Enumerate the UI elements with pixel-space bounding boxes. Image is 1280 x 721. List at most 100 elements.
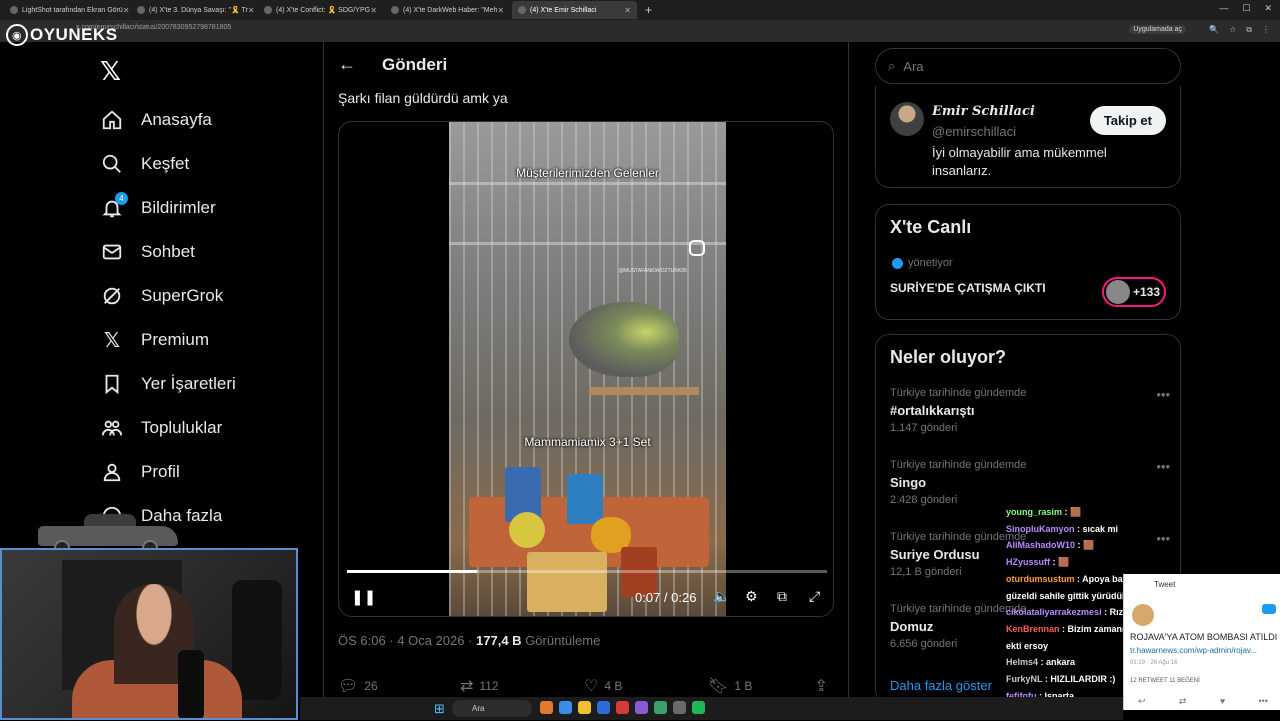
popup-link[interactable]: tr.hawarnews.com/wp-admin/rojav... [1130,646,1257,655]
follow-icon[interactable] [1262,604,1276,614]
browser-tab[interactable]: (4) X'te DarkWeb Haber: "Meh ✕ [385,1,510,19]
repost-button[interactable]: ⇄ 112 [456,676,574,696]
show-more-link[interactable]: Daha fazla göster [890,678,992,693]
sidebar-item-profile[interactable]: Profil [100,450,236,494]
video-progress-bar[interactable] [347,570,827,573]
video-player[interactable]: Müşterilerimizden Gelenler @MUSTAFANIDAI… [338,121,834,617]
avatar[interactable] [890,102,924,136]
app-icon[interactable] [635,701,648,714]
app-icon[interactable] [673,701,686,714]
chat-username: SinopluKamyon [1006,523,1075,534]
tweet-timestamp[interactable]: ÖS 6:06 · 4 Oca 2026 · [338,633,476,648]
close-icon[interactable]: ✕ [248,6,255,15]
product-pack-image [567,474,603,524]
chat-username: Helms4 [1006,657,1039,668]
windows-start-icon[interactable]: ⊞ [434,701,445,717]
sidebar-item-supergrok[interactable]: SuperGrok [100,274,236,318]
like-button[interactable]: ♡ 4 B [574,676,692,696]
browser-tab[interactable]: (4) X'te 3. Dünya Savaşı: "🎗️ Tr ✕ [131,1,256,19]
share-icon: ⇪ [814,678,828,695]
menu-icon[interactable]: ⋮ [1262,25,1270,35]
chat-message: SinopluKamyon : sıcak mi [1006,521,1246,538]
close-icon[interactable]: ✕ [497,6,504,15]
x-logo-icon[interactable]: 𝕏 [100,56,121,87]
chat-text: : 🟫 [1062,507,1082,517]
picture-in-picture-icon[interactable]: ⧉ [777,588,787,605]
fullscreen-icon[interactable]: ⤢ [809,588,820,605]
chat-message: AliMashadoW10 : 🟫 [1006,537,1246,554]
browser-tab[interactable]: LightShot tarafından Ekran Görü ✕ [4,1,129,19]
taskbar-search[interactable]: Ara [452,700,532,717]
parakeet-image [569,302,679,377]
more-options-icon[interactable]: ••• [1156,387,1170,402]
cage-bar [449,182,726,185]
video-frame[interactable]: Müşterilerimizden Gelenler @MUSTAFANIDAI… [449,122,726,616]
trend-item[interactable]: Türkiye tarihinde gündemde Singo 2.428 g… [890,459,1170,506]
star-icon[interactable]: ☆ [1229,25,1236,35]
sidebar-item-notifications[interactable]: 4 Bildirimler [100,186,236,230]
sidebar-item-communities[interactable]: Topluluklar [100,406,236,450]
tweet-actions: 💬︎ 26 ⇄ 112 ♡ 4 B 🔖︎ 1 B ⇪ [338,676,834,696]
new-tab-button[interactable]: + [645,3,652,17]
follow-button[interactable]: Takip et [1089,106,1166,135]
more-options-icon[interactable]: ••• [1156,459,1170,474]
pause-icon[interactable]: ❚❚ [351,588,376,606]
app-icon[interactable] [692,701,705,714]
back-arrow-icon[interactable]: ← [338,54,356,75]
app-icon[interactable] [578,701,591,714]
repost-icon: ⇄ [460,678,474,695]
search-icon [100,152,124,176]
gamepad-icon: ◉ [6,24,28,46]
maximize-icon[interactable]: ☐ [1242,3,1250,14]
app-icon[interactable] [616,701,629,714]
minimize-icon[interactable]: — [1219,3,1228,14]
sidebar-item-bookmarks[interactable]: Yer İşaretleri [100,362,236,406]
reply-button[interactable]: 💬︎ 26 [338,676,456,696]
live-listeners-button[interactable]: +133 [1102,277,1166,307]
profile-handle[interactable]: @emirschillaci [932,124,1016,139]
open-in-app-button[interactable]: Uygulamada aç [1129,25,1186,34]
sidebar-item-explore[interactable]: Keşfet [100,142,236,186]
app-icon[interactable] [654,701,667,714]
tweet-text: Şarkı filan güldürdü amk ya [338,90,508,106]
instagram-icon [689,240,705,256]
live-topic[interactable]: SURİYE'DE ÇATIŞMA ÇIKTI [890,281,1046,295]
browser-toolbar-icons: 🔍 ☆ ⧉ ⋮ [1209,25,1270,35]
app-icon[interactable] [597,701,610,714]
browser-tab-active[interactable]: (4) X'te Emir Schillaci ✕ [512,1,637,19]
browser-tab[interactable]: (4) X'te Conflict: 🎗️ SDG/YPG ✕ [258,1,383,19]
app-icon[interactable] [559,701,572,714]
sidebar-item-messages[interactable]: Sohbet [100,230,236,274]
sidebar-item-home[interactable]: Anasayfa [100,98,236,142]
profile-icon [100,460,124,484]
avatar [1132,604,1154,626]
home-icon [100,108,124,132]
trends-title: Neler oluyor? [890,347,1007,367]
app-icon[interactable] [540,701,553,714]
close-icon[interactable]: ✕ [370,6,377,15]
repost-icon[interactable]: ⇄ [1179,696,1187,707]
video-caption-middle: Mammamiamix 3+1 Set [524,435,651,449]
taskbar-apps [540,701,705,714]
volume-icon[interactable]: 🔈 [713,588,730,605]
settings-icon[interactable]: ⚙ [745,588,758,605]
close-window-icon[interactable]: ✕ [1264,3,1272,14]
profile-name[interactable]: Emir Schillaci [932,104,1035,119]
bookmark-button[interactable]: 🔖︎ 1 B [692,676,804,696]
search-input[interactable]: ⌕ Ara [875,48,1181,84]
reply-icon[interactable]: ↩ [1138,696,1146,707]
browser-address-bar: x.com/emirschillaci/status/2007830952798… [0,20,1280,42]
zoom-icon[interactable]: 🔍 [1209,25,1219,35]
sidebar-item-premium[interactable]: 𝕏 Premium [100,318,236,362]
share-button[interactable]: ⇪ [815,676,834,696]
popup-tweet-text: ROJAVA'YA ATOM BOMBASI ATILDI [1130,632,1278,642]
close-icon[interactable]: ✕ [123,6,129,15]
stream-logo: ◉ OYUNEKS [6,24,118,46]
heart-icon[interactable]: ♥ [1220,696,1225,707]
cage-bar [449,242,726,245]
trend-item[interactable]: Türkiye tarihinde gündemde #ortalıkkarış… [890,387,1170,434]
chat-username: young_rasim [1006,507,1063,517]
extensions-icon[interactable]: ⧉ [1246,25,1252,35]
more-icon[interactable]: ••• [1259,696,1268,707]
close-icon[interactable]: ✕ [624,6,631,15]
